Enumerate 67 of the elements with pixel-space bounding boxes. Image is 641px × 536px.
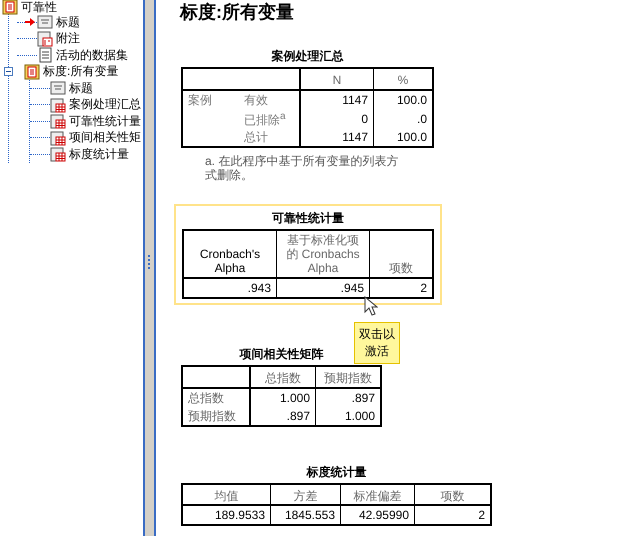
tree-item[interactable]: 可靠性统计量 — [68, 112, 142, 130]
row-label: 预期指数 — [188, 409, 236, 423]
notes-icon — [37, 30, 53, 47]
output-heading: 标度:所有变量 — [180, 1, 295, 23]
tree-item[interactable]: 附注 — [55, 30, 81, 48]
table-cell: 189.9533 — [214, 508, 265, 522]
tree-item[interactable]: 标题 — [68, 80, 94, 97]
table-cell: 0 — [361, 112, 368, 126]
pivot-table[interactable]: 总指数 预期指数 总指数 1.000 .897 预期指数 .897 1.000 — [181, 365, 382, 427]
title-icon — [50, 80, 66, 96]
table-icon — [50, 96, 66, 113]
column-header: 项数 — [440, 489, 464, 503]
procedure-icon — [24, 64, 40, 80]
column-header: 总指数 — [265, 371, 301, 385]
table-cell: .943 — [248, 281, 271, 295]
pointer-icon — [364, 296, 378, 316]
table-cell: 2 — [478, 508, 485, 522]
column-header: 标准偏差 — [354, 489, 402, 503]
column-header: Cronbach's Alpha — [200, 247, 260, 275]
table-cell: 2 — [420, 281, 427, 295]
tree-item[interactable]: 可靠性 — [20, 0, 58, 16]
document-icon — [37, 47, 53, 64]
column-header: 基于标准化项的 Cronbachs Alpha — [286, 233, 360, 275]
pivot-table[interactable]: 均值 方差 标准偏差 项数 189.9533 1845.553 42.95990 2 — [181, 483, 492, 526]
pane-splitter[interactable] — [143, 0, 156, 536]
column-header: 预期指数 — [324, 371, 372, 385]
tree-item[interactable]: 项间相关性矩 — [68, 129, 142, 146]
table-cell: 42.95990 — [358, 508, 409, 522]
table-cell: .945 — [340, 281, 364, 295]
row-label: 已排除$^{a}$ — [244, 113, 286, 127]
table-title: 可靠性统计量 — [272, 211, 344, 225]
table-cell: 1.000 — [280, 391, 310, 405]
table-title: 标度统计量 — [306, 465, 366, 479]
column-header: 方差 — [294, 489, 318, 503]
collapse-icon[interactable] — [4, 67, 13, 76]
table-cell: .0 — [416, 112, 427, 126]
pivot-table[interactable]: Cronbach's Alpha 基于标准化项的 Cronbachs Alpha 项数 .943 .945 2 — [182, 229, 434, 299]
tree-item[interactable]: 案例处理汇总 — [68, 96, 142, 114]
table-icon — [50, 113, 66, 130]
table-cell: 1.000 — [344, 409, 375, 423]
tree-item[interactable]: 活动的数据集 — [55, 46, 129, 64]
column-header: 均值 — [214, 489, 238, 503]
pivot-table[interactable]: N % 案例 有效 1147 100.0 已排除$^{a}$ 0 .0 总计 1147 100.0 — [181, 67, 434, 148]
row-group-label: 案例 — [188, 93, 212, 107]
table-cell: .897 — [352, 391, 375, 405]
table-cell: 1845.553 — [284, 508, 335, 522]
tree-item[interactable]: 标度:所有变量 — [42, 63, 120, 80]
row-label: 总指数 — [188, 391, 224, 405]
table-cell: 1147 — [342, 93, 368, 107]
table-title: 案例处理汇总 — [272, 49, 344, 63]
table-icon — [50, 130, 66, 146]
table-cell: 1147 — [342, 130, 368, 144]
column-header: N — [332, 73, 342, 87]
table-title: 项间相关性矩阵 — [240, 347, 324, 361]
tooltip: 双击以激活 — [354, 322, 400, 364]
table-icon — [50, 146, 66, 162]
tree-item[interactable]: 标题 — [55, 14, 81, 31]
tree-item[interactable]: 标度统计量 — [68, 146, 130, 163]
table-cell: 100.0 — [396, 93, 427, 107]
table-footnote: a. 在此程序中基于所有变量的列表方式删除。 — [205, 154, 400, 182]
column-header: 项数 — [389, 261, 413, 275]
row-label: 有效 — [244, 93, 268, 107]
table-cell: 100.0 — [396, 130, 427, 144]
column-header: % — [398, 73, 408, 87]
title-icon — [37, 14, 53, 30]
row-label: 总计 — [244, 130, 268, 144]
table-cell: .897 — [286, 409, 310, 423]
